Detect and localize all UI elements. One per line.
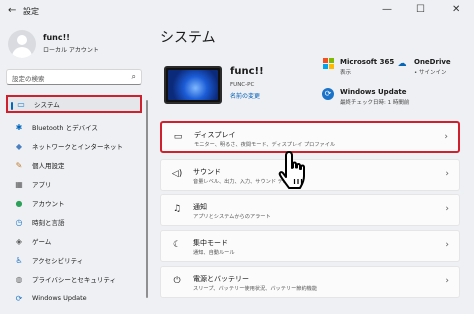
chevron-right-icon: › — [445, 204, 449, 214]
card-title: サウンド — [193, 168, 221, 176]
bluetooth-icon: ✱ — [15, 122, 23, 132]
card-power-battery[interactable]: ⏻ 電源とバッテリー スリープ、バッテリー使用状況、バッテリー節約機能 › — [160, 266, 460, 298]
accessibility-icon: ♿ — [15, 255, 23, 265]
back-arrow-icon[interactable]: ← — [8, 5, 16, 16]
sidebar-item-windows-update[interactable]: ⟳ Windows Update — [6, 289, 142, 307]
network-icon: ◆ — [15, 141, 23, 151]
quick-link-sub: • サインイン — [414, 70, 447, 76]
apps-icon: ▦ — [15, 179, 23, 189]
card-title: ディスプレイ — [194, 131, 236, 139]
user-name: func!! — [43, 33, 70, 42]
monitor-icon: ▭ — [17, 99, 25, 109]
avatar-head-icon — [17, 35, 27, 45]
card-focus[interactable]: ☾ 集中モード 通知、自動ルール › — [160, 230, 460, 262]
quick-link-title: Microsoft 365 — [340, 58, 395, 66]
update-icon: ⟳ — [15, 293, 23, 303]
card-title: 電源とバッテリー — [193, 275, 249, 283]
card-subtitle: アプリとシステムからのアラート — [193, 214, 271, 220]
sidebar-item-privacy[interactable]: ◍ プライバシーとセキュリティ — [6, 270, 142, 288]
hand-cursor-icon — [278, 151, 305, 189]
user-account-type: ローカル アカウント — [43, 47, 99, 54]
chevron-right-icon: › — [445, 240, 449, 250]
card-display[interactable]: ▭ ディスプレイ モニター、明るさ、夜間モード、ディスプレイ プロファイル › — [160, 121, 460, 153]
quick-link-windows-update[interactable]: ⟳ Windows Update 最終チェック日時: 1 時間前 — [322, 88, 409, 106]
moon-icon: ☾ — [172, 240, 182, 250]
device-name: func!! — [230, 66, 264, 77]
sidebar-item-label: Bluetooth とデバイス — [32, 124, 98, 132]
avatar[interactable] — [8, 30, 36, 58]
sidebar-item-network[interactable]: ◆ ネットワークとインターネット — [6, 137, 142, 155]
chevron-right-icon: › — [445, 276, 449, 286]
search-input[interactable]: 設定の検索 ⌕ — [6, 69, 142, 85]
onedrive-icon: ☁ — [397, 59, 407, 69]
app-title: 設定 — [23, 7, 39, 16]
avatar-body-icon — [12, 47, 32, 58]
card-subtitle: スリープ、バッテリー使用状況、バッテリー節約機能 — [193, 286, 318, 292]
device-thumbnail — [164, 66, 222, 104]
clock-globe-icon: ◷ — [15, 217, 23, 227]
card-title: 通知 — [193, 203, 207, 211]
sidebar-item-bluetooth[interactable]: ✱ Bluetooth とデバイス — [6, 118, 142, 136]
display-icon: ▭ — [173, 132, 183, 142]
minimize-button[interactable]: — — [382, 4, 392, 15]
sidebar-item-accounts[interactable]: ● アカウント — [6, 194, 142, 212]
search-icon: ⌕ — [131, 72, 136, 81]
quick-link-sub: 表示 — [340, 70, 352, 76]
search-placeholder: 設定の検索 — [12, 75, 45, 83]
sidebar-item-label: 時刻と言語 — [32, 219, 65, 227]
sidebar-item-apps[interactable]: ▦ アプリ — [6, 175, 142, 193]
chevron-right-icon: › — [445, 169, 449, 179]
sidebar-item-label: Windows Update — [32, 294, 87, 302]
sidebar-scrollbar[interactable] — [146, 100, 148, 298]
sidebar-item-time-language[interactable]: ◷ 時刻と言語 — [6, 213, 142, 231]
wallpaper-image — [168, 70, 218, 100]
sidebar-item-label: 個人用設定 — [32, 162, 65, 170]
speaker-icon: ◁) — [171, 169, 183, 179]
bell-icon: ♫ — [172, 204, 182, 214]
sidebar: func!! ローカル アカウント 設定の検索 ⌕ ▭ システム ✱ Bluet… — [0, 22, 150, 314]
maximize-button[interactable]: ☐ — [416, 4, 425, 15]
card-notifications[interactable]: ♫ 通知 アプリとシステムからのアラート › — [160, 194, 460, 226]
sidebar-item-label: ゲーム — [32, 238, 52, 246]
chevron-right-icon: › — [444, 132, 448, 142]
close-button[interactable]: ✕ — [452, 4, 460, 15]
quick-link-microsoft365[interactable]: Microsoft 365 表示 — [322, 58, 394, 76]
sidebar-item-gaming[interactable]: ◈ ゲーム — [6, 232, 142, 250]
card-subtitle: モニター、明るさ、夜間モード、ディスプレイ プロファイル — [194, 142, 336, 148]
sidebar-item-personalization[interactable]: ✎ 個人用設定 — [6, 156, 142, 174]
microsoft365-icon — [322, 58, 334, 70]
page-title: システム — [160, 30, 216, 46]
sidebar-item-system[interactable]: ▭ システム — [6, 95, 142, 113]
quick-link-sub: 最終チェック日時: 1 時間前 — [340, 100, 410, 106]
sidebar-item-label: プライバシーとセキュリティ — [32, 276, 116, 284]
update-icon: ⟳ — [322, 88, 334, 100]
account-icon: ● — [15, 198, 23, 208]
card-subtitle: 通知、自動ルール — [193, 250, 235, 256]
sidebar-item-label: ネットワークとインターネット — [32, 143, 123, 151]
quick-link-title: Windows Update — [340, 88, 407, 96]
quick-link-title: OneDrive — [414, 58, 451, 66]
power-icon: ⏻ — [173, 276, 181, 286]
device-model: FUNC-PC — [230, 82, 255, 88]
shield-icon: ◍ — [15, 274, 23, 284]
gamepad-icon: ◈ — [15, 236, 23, 246]
sidebar-item-label: アクセシビリティ — [32, 257, 84, 265]
sidebar-item-label: アカウント — [32, 200, 65, 208]
rename-link[interactable]: 名前の変更 — [230, 91, 260, 100]
quick-link-onedrive[interactable]: ☁ OneDrive • サインイン — [396, 58, 451, 76]
sidebar-item-label: アプリ — [32, 181, 52, 189]
active-indicator — [11, 102, 13, 110]
sidebar-item-accessibility[interactable]: ♿ アクセシビリティ — [6, 251, 142, 269]
title-bar: ← 設定 — ☐ ✕ — [0, 0, 474, 22]
card-title: 集中モード — [193, 239, 228, 247]
sidebar-item-label: システム — [34, 101, 60, 109]
brush-icon: ✎ — [15, 160, 23, 170]
